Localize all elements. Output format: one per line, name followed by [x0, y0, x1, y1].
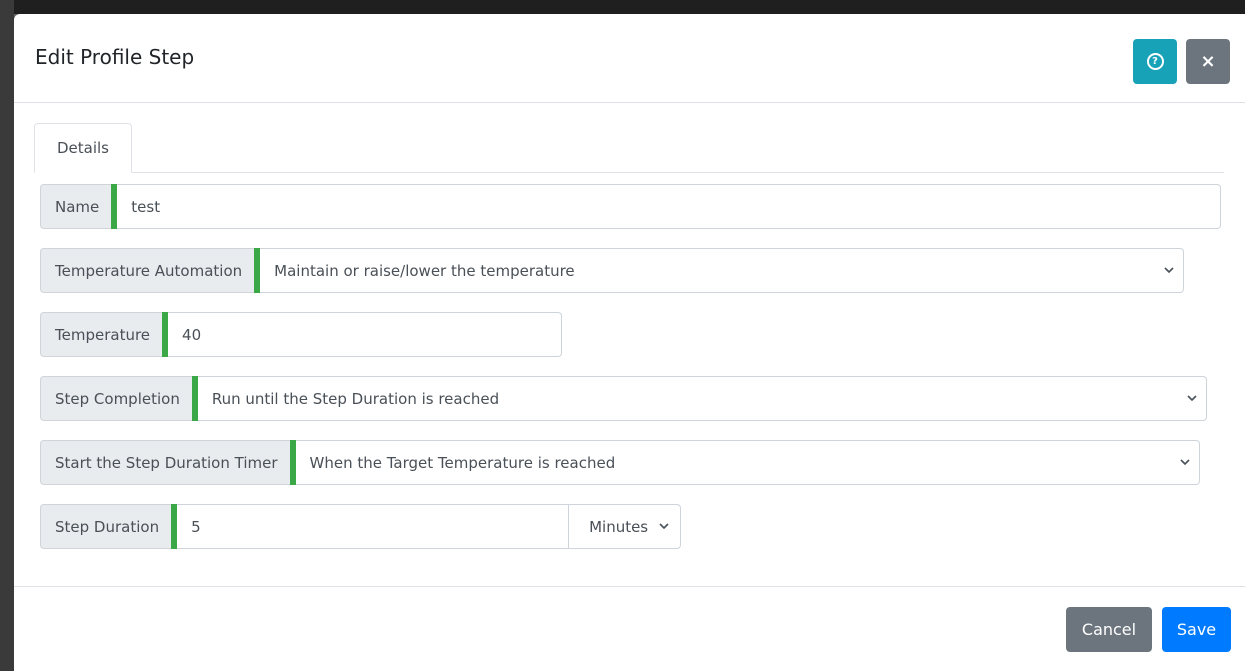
start-timer-value: When the Target Temperature is reached: [309, 453, 616, 472]
modal-footer-divider: [14, 586, 1245, 587]
temperature-automation-row: Temperature Automation Maintain or raise…: [40, 248, 1185, 293]
chevron-down-icon: [1164, 267, 1174, 274]
required-accent: [191, 376, 198, 421]
backdrop: [0, 0, 1245, 14]
temperature-row: Temperature 40: [40, 312, 563, 357]
chevron-down-icon: [1179, 459, 1190, 466]
step-duration-input[interactable]: 5: [177, 504, 570, 549]
modal-header: Edit Profile Step ? ×: [14, 14, 1245, 103]
temperature-automation-label: Temperature Automation: [40, 248, 255, 293]
temperature-automation-value: Maintain or raise/lower the temperature: [274, 261, 575, 280]
modal-title: Edit Profile Step: [35, 45, 195, 69]
help-button[interactable]: ?: [1133, 39, 1177, 84]
temperature-label: Temperature: [40, 312, 163, 357]
step-completion-value: Run until the Step Duration is reached: [211, 389, 500, 408]
step-completion-label: Step Completion: [40, 376, 192, 421]
name-row: Name test: [40, 184, 1222, 229]
cancel-button[interactable]: Cancel: [1066, 607, 1152, 652]
start-timer-select[interactable]: When the Target Temperature is reached: [295, 440, 1200, 485]
start-timer-label: Start the Step Duration Timer: [40, 440, 290, 485]
name-input[interactable]: test: [117, 184, 1222, 229]
name-label: Name: [40, 184, 112, 229]
tab-divider: [34, 172, 1224, 173]
temperature-automation-select[interactable]: Maintain or raise/lower the temperature: [260, 248, 1185, 293]
chevron-down-icon: [659, 523, 669, 530]
temperature-input[interactable]: 40: [168, 312, 563, 357]
backdrop-left: [0, 0, 14, 671]
duration-unit-select[interactable]: Minutes: [569, 504, 682, 549]
question-circle-icon: ?: [1146, 53, 1164, 70]
duration-unit-value: Minutes: [589, 517, 649, 536]
save-button[interactable]: Save: [1162, 607, 1231, 652]
required-accent: [289, 440, 296, 485]
step-completion-row: Step Completion Run until the Step Durat…: [40, 376, 1207, 421]
edit-profile-step-modal: Edit Profile Step ? × Details Name test …: [14, 14, 1245, 671]
start-timer-row: Start the Step Duration Timer When the T…: [40, 440, 1200, 485]
close-button[interactable]: ×: [1186, 39, 1230, 84]
chevron-down-icon: [1187, 395, 1197, 402]
tab-details[interactable]: Details: [34, 123, 132, 173]
step-duration-row: Step Duration 5 Minutes: [40, 504, 682, 549]
close-x-icon: ×: [1200, 51, 1216, 72]
step-duration-label: Step Duration: [40, 504, 172, 549]
step-completion-select[interactable]: Run until the Step Duration is reached: [197, 376, 1207, 421]
